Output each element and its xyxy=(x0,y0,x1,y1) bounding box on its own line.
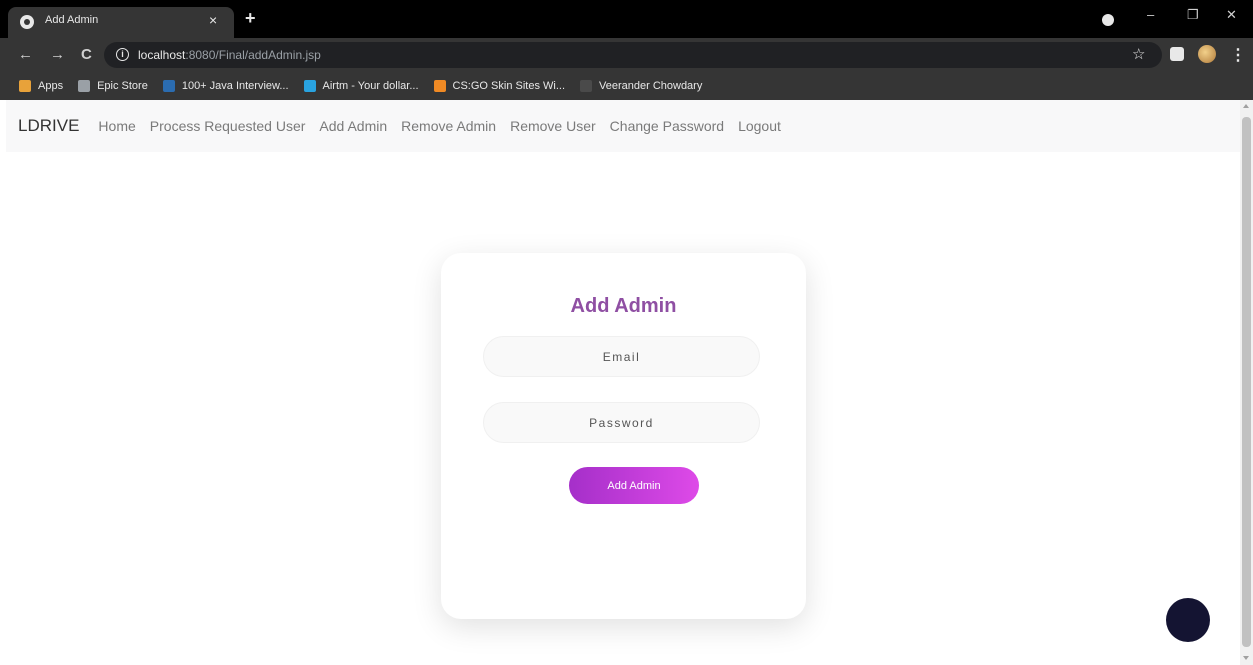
forward-icon[interactable]: → xyxy=(50,46,65,63)
info-icon[interactable]: i xyxy=(116,48,129,61)
browser-titlebar: Add Admin × + – ❐ ✕ xyxy=(0,0,1253,38)
close-window-icon[interactable]: ✕ xyxy=(1226,7,1237,23)
url-host: localhost xyxy=(138,48,186,62)
browser-menu-icon[interactable]: ⋮ xyxy=(1230,45,1246,65)
floating-action-button[interactable] xyxy=(1166,598,1210,642)
url-path: :8080/Final/addAdmin.jsp xyxy=(185,48,321,62)
page-scrollbar[interactable] xyxy=(1240,100,1253,665)
bookmark-label: 100+ Java Interview... xyxy=(181,80,289,92)
reload-icon[interactable]: C xyxy=(81,46,92,63)
scroll-down-icon[interactable] xyxy=(1243,656,1249,660)
bookmark-label: CS:GO Skin Sites Wi... xyxy=(452,80,565,92)
bookmark-label: Apps xyxy=(38,80,64,92)
globe-icon xyxy=(20,15,34,29)
browser-tab[interactable]: Add Admin × xyxy=(8,7,234,38)
nav-link-process-requested-user[interactable]: Process Requested User xyxy=(150,118,306,134)
add-admin-card: Add Admin Add Admin xyxy=(441,253,806,619)
page-icon xyxy=(580,80,592,92)
nav-link-change-password[interactable]: Change Password xyxy=(610,118,724,134)
profile-indicator-icon[interactable] xyxy=(1102,14,1114,26)
email-input[interactable] xyxy=(483,336,760,377)
bookmark-item[interactable]: CS:GO Skin Sites Wi... xyxy=(433,80,565,92)
url-text[interactable]: localhost:8080/Final/addAdmin.jsp xyxy=(138,48,321,62)
tab-title: Add Admin xyxy=(45,14,99,26)
address-bar[interactable]: i localhost:8080/Final/addAdmin.jsp ☆ xyxy=(104,42,1162,68)
airtm-icon xyxy=(303,80,316,92)
new-tab-icon[interactable]: + xyxy=(245,8,256,29)
scroll-thumb[interactable] xyxy=(1242,117,1251,647)
bookmark-item[interactable]: Epic Store xyxy=(78,80,148,92)
restore-icon[interactable]: ❐ xyxy=(1187,7,1199,23)
scroll-up-icon[interactable] xyxy=(1243,104,1249,108)
back-icon[interactable]: ← xyxy=(18,46,33,63)
form-title: Add Admin xyxy=(570,295,677,317)
bookmark-label: Epic Store xyxy=(97,80,148,92)
nav-link-logout[interactable]: Logout xyxy=(738,118,781,134)
bookmark-item[interactable]: Veerander Chowdary xyxy=(580,80,702,92)
bookmark-label: Veerander Chowdary xyxy=(599,80,703,92)
nav-link-home[interactable]: Home xyxy=(98,118,135,134)
browser-toolbar: ← → C i localhost:8080/Final/addAdmin.js… xyxy=(0,38,1253,72)
bookmarks-bar: Apps Epic Store 100+ Java Interview... Airt… xyxy=(0,72,1253,100)
site-navbar: LDRIVE Home Process Requested User Add Adm… xyxy=(6,100,1240,152)
profile-avatar[interactable] xyxy=(1198,45,1216,63)
nav-link-remove-admin[interactable]: Remove Admin xyxy=(401,118,496,134)
tab-close-icon[interactable]: × xyxy=(209,12,217,28)
add-admin-button[interactable]: Add Admin xyxy=(569,467,699,504)
apps-grid-icon xyxy=(19,80,31,92)
page-content: LDRIVE Home Process Requested User Add Adm… xyxy=(0,100,1240,665)
bookmark-item[interactable]: Airtm - Your dollar... xyxy=(303,80,419,92)
minimize-icon[interactable]: – xyxy=(1147,7,1154,22)
bookmark-item[interactable]: Apps xyxy=(19,80,63,92)
nav-link-add-admin[interactable]: Add Admin xyxy=(319,118,387,134)
brand-logo[interactable]: LDRIVE xyxy=(18,116,79,136)
extensions-puzzle-icon[interactable] xyxy=(1170,47,1184,61)
bookmark-item[interactable]: 100+ Java Interview... xyxy=(162,80,289,92)
csgo-icon xyxy=(433,80,446,92)
bookmark-label: Airtm - Your dollar... xyxy=(322,80,419,92)
bookmark-star-icon[interactable]: ☆ xyxy=(1132,45,1145,63)
epic-store-icon xyxy=(78,80,91,92)
password-input[interactable] xyxy=(483,402,760,443)
java-site-icon xyxy=(162,80,175,92)
nav-link-remove-user[interactable]: Remove User xyxy=(510,118,596,134)
